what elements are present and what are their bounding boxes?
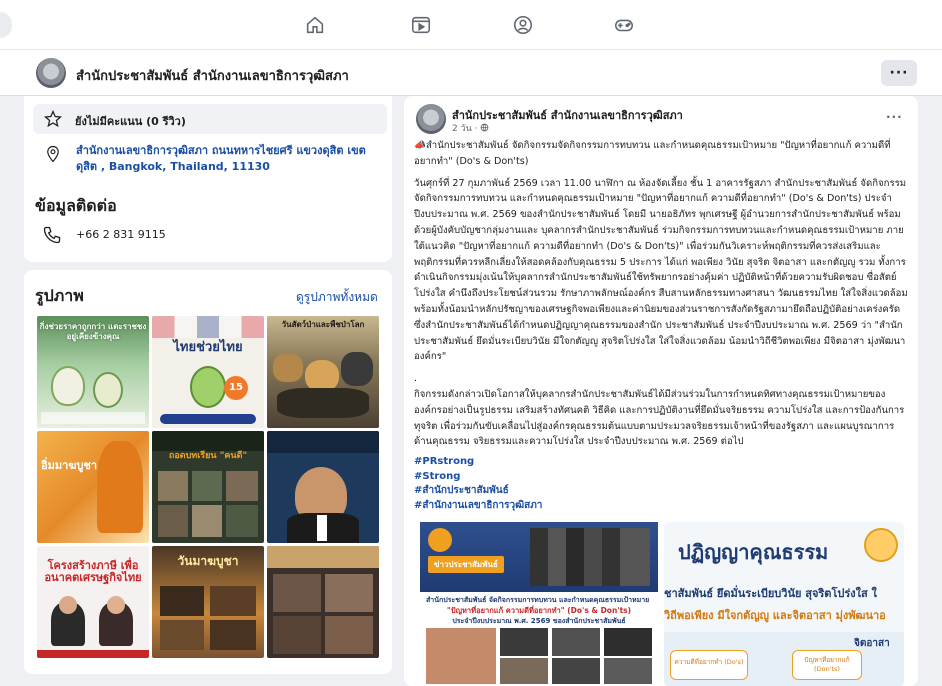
post-paragraph: 📣สำนักประชาสัมพันธ์ จัดกิจกรรมจัดกิจกรรม…: [414, 140, 891, 167]
globe-icon: [481, 123, 489, 132]
photo-tile[interactable]: ไทยช่วยไทย 15: [152, 316, 264, 428]
hashtag-link[interactable]: #Strong: [414, 470, 542, 485]
photo-caption: ถอดบทเรียน "คนดี": [168, 451, 248, 461]
photo-tile[interactable]: โครงสร้างภาษี เพื่ออนาคตเศรษฐกิจไทย: [37, 546, 149, 658]
groups-icon[interactable]: [511, 13, 535, 37]
hashtag-link[interactable]: #สำนักประชาสัมพันธ์: [414, 484, 542, 499]
photo-caption: โครงสร้างภาษี เพื่ออนาคตเศรษฐกิจไทย: [44, 559, 142, 584]
gaming-icon[interactable]: [612, 13, 636, 37]
address-link[interactable]: สำนักงานเลขาธิการวุฒิสภา ถนนทหารไชยศรี แ…: [76, 143, 376, 175]
donts-box: ปัญหาที่อยากแก้ (Don'ts): [792, 650, 862, 680]
contact-heading: ข้อมูลติดต่อ: [35, 196, 117, 215]
photos-heading: รูปภาพ: [35, 286, 84, 305]
pledge-label: จิตอาสา: [854, 638, 890, 649]
pledge-line-1: ชาสัมพันธ์ ยึดมั่นระเบียบวินัย สุจริตโปร…: [664, 587, 877, 600]
photo-tile[interactable]: วันมาฆบูชา: [152, 546, 264, 658]
photo-tile[interactable]: วันสัตว์ป่าและพืชป่าโลก: [267, 316, 379, 428]
price-badge: 15: [224, 376, 248, 400]
hashtag-link[interactable]: #สำนักงานเลขาธิการวุฒิสภา: [414, 499, 542, 514]
post-time-text: 2 วัน ·: [452, 124, 481, 134]
post-image-pledge[interactable]: ปฏิญญาคุณธรรม ชาสัมพันธ์ ยึดมั่นระเบียบว…: [664, 522, 904, 686]
photo-caption: วันสัตว์ป่าและพืชป่าโลก: [281, 320, 365, 329]
photo-tile[interactable]: [267, 546, 379, 658]
post-image-news[interactable]: ข่าวประชาสัมพันธ์ สำนักประชาสัมพันธ์ จัด…: [420, 522, 658, 686]
news-highlight: "ปัญหาที่อยากแก้ ความดีที่อยากทำ" (Do's …: [446, 606, 632, 615]
phone-icon: [43, 226, 61, 244]
hashtag-link[interactable]: #PRstrong: [414, 455, 542, 470]
home-icon[interactable]: [303, 13, 327, 37]
post-paragraph: กิจกรรมดังกล่าวเปิดโอกาสให้บุคลากรสำนักป…: [414, 388, 905, 448]
page-title[interactable]: สำนักประชาสัมพันธ์ สำนักงานเลขาธิการวุฒิ…: [76, 65, 349, 86]
post-options-button[interactable]: ···: [886, 110, 903, 124]
page-avatar[interactable]: [36, 58, 66, 88]
pledge-line-2: วิถีพอเพียง มีใจกตัญญู และจิตอาสา มุ่งพั…: [664, 609, 886, 622]
news-headline: สำนักประชาสัมพันธ์ จัดกิจกรรมการทบทวน แล…: [426, 596, 650, 604]
photo-tile[interactable]: [267, 431, 379, 543]
pledge-title: ปฏิญญาคุณธรรม: [678, 540, 829, 564]
hashtag-list: #PRstrong #Strong #สำนักประชาสัมพันธ์ #ส…: [414, 455, 542, 513]
video-icon[interactable]: [409, 13, 433, 37]
photo-caption: ไทยช่วยไทย: [173, 340, 243, 355]
see-all-photos-link[interactable]: ดูรูปภาพทั้งหมด: [296, 288, 378, 307]
post-author-avatar[interactable]: [416, 104, 446, 134]
page-header-bar: สำนักประชาสัมพันธ์ สำนักงานเลขาธิการวุฒิ…: [0, 50, 942, 96]
post-timestamp[interactable]: 2 วัน ·: [452, 121, 489, 135]
search-box-edge[interactable]: [0, 12, 12, 38]
news-subline: ประจำปีงบประมาณ พ.ศ. 2569 ของสำนักประชาส…: [452, 617, 626, 625]
location-pin-icon: [47, 145, 59, 163]
rating-row[interactable]: ยังไม่มีคะแนน (0 รีวิว): [33, 104, 387, 134]
photo-tile[interactable]: กิ่งช่วยราคาถูกกว่า แตะราชชงอยู่เคียงข้า…: [37, 316, 149, 428]
page-more-button[interactable]: ···: [881, 60, 917, 86]
news-badge: ข่าวประชาสัมพันธ์: [428, 556, 504, 573]
photo-tile[interactable]: ถอดบทเรียน "คนดี": [152, 431, 264, 543]
top-navigation-bar: [0, 0, 942, 50]
rating-text: ยังไม่มีคะแนน (0 รีวิว): [75, 115, 186, 128]
post-paragraph: วันศุกร์ที่ 27 กุมภาพันธ์ 2569 เวลา 11.0…: [414, 177, 908, 363]
photo-caption: วันมาฆบูชา: [177, 554, 239, 568]
post-paragraph: .: [414, 373, 418, 385]
post-text: 📣สำนักประชาสัมพันธ์ จัดกิจกรรมจัดกิจกรรม…: [414, 138, 910, 456]
photo-caption: กิ่งช่วยราคาถูกกว่า แตะราชชงอยู่เคียงข้า…: [39, 322, 147, 341]
dos-box: ความดีที่อยากทำ (Do's): [670, 650, 748, 680]
photo-caption: อิ่มมาฆบูชา: [41, 459, 98, 472]
phone-number[interactable]: +66 2 831 9115: [76, 228, 166, 241]
star-icon: [43, 109, 63, 128]
photo-tile[interactable]: อิ่มมาฆบูชา: [37, 431, 149, 543]
